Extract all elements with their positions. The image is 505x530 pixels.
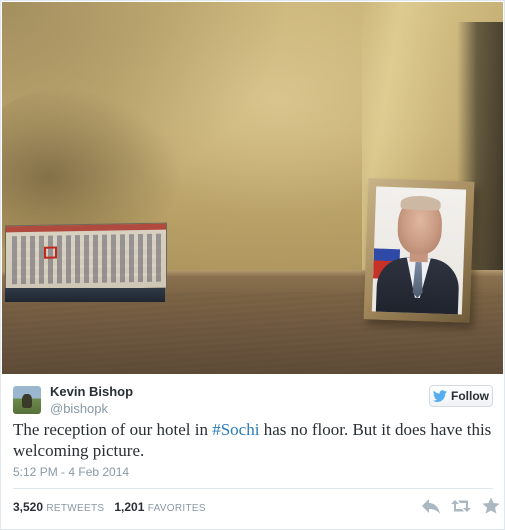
portrait-hair [400, 195, 441, 211]
divider [13, 488, 493, 489]
calendar-stand [5, 288, 165, 302]
calendar-header [6, 223, 166, 233]
tweet-actions [421, 497, 501, 515]
hashtag-link[interactable]: #Sochi [212, 420, 259, 439]
tweet-card: Kevin Bishop @bishopk Follow The recepti… [0, 0, 505, 530]
tweet-text: The reception of our hotel in #Sochi has… [13, 419, 493, 461]
desk-calendar [5, 222, 167, 292]
tweet-photo[interactable] [2, 2, 503, 374]
picture-frame [363, 178, 475, 323]
calendar-date-marker [44, 246, 57, 259]
retweets-count: 3,520 [13, 500, 44, 514]
follow-label: Follow [451, 389, 489, 403]
follow-button[interactable]: Follow [429, 385, 493, 407]
tweet-text-start: The reception of our hotel in [13, 420, 213, 439]
reply-icon[interactable] [421, 497, 441, 515]
favorites-count: 1,201 [114, 500, 145, 514]
retweets-label: RETWEETS [46, 503, 105, 514]
avatar[interactable] [13, 386, 41, 414]
timestamp[interactable]: 5:12 PM - 4 Feb 2014 [13, 465, 129, 479]
star-icon[interactable] [481, 497, 501, 515]
favorites-stat[interactable]: 1,201 FAVORITES [114, 500, 205, 514]
framed-portrait [371, 186, 467, 315]
author-handle[interactable]: @bishopk [50, 401, 108, 416]
calendar-grid [12, 233, 162, 285]
author-name[interactable]: Kevin Bishop [50, 384, 133, 399]
tweet-stats: 3,520 RETWEETS 1,201 FAVORITES [13, 500, 206, 514]
retweets-stat[interactable]: 3,520 RETWEETS [13, 500, 104, 514]
bird-icon [433, 390, 447, 402]
retweet-icon[interactable] [451, 497, 471, 515]
favorites-label: FAVORITES [147, 503, 206, 514]
